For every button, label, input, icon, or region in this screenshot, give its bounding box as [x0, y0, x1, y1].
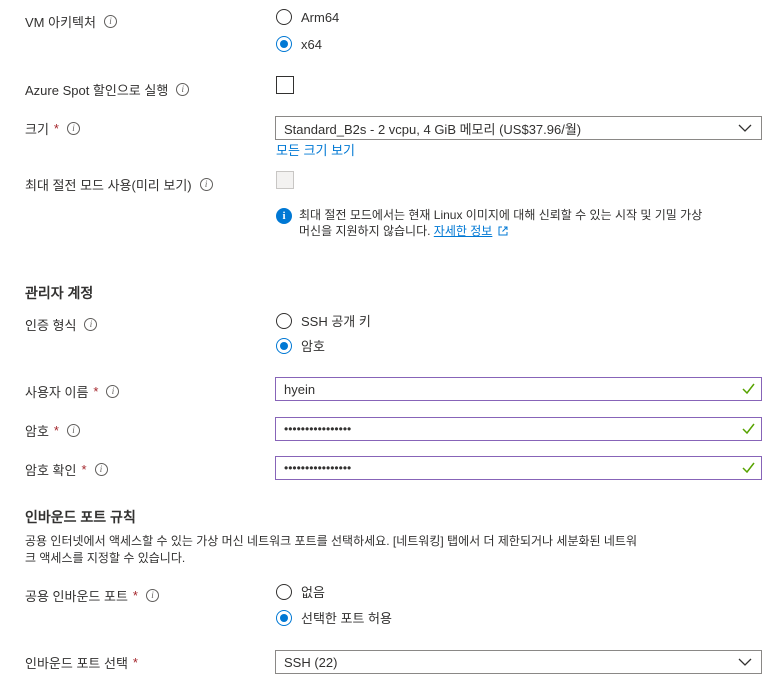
auth-type-label: 인증 형식 i	[25, 315, 98, 334]
hibernate-checkbox[interactable]	[276, 171, 294, 189]
radio-button[interactable]	[276, 9, 292, 25]
inbound-ports-select[interactable]: SSH (22)	[275, 650, 762, 674]
username-input[interactable]: hyein	[275, 377, 762, 401]
spot-checkbox[interactable]	[276, 76, 294, 94]
radio-ssh-key[interactable]: SSH 공개 키	[276, 311, 371, 330]
radio-button[interactable]	[276, 312, 292, 329]
confirm-password-input[interactable]: ••••••••••••••••	[275, 456, 762, 480]
info-icon[interactable]: i	[84, 318, 98, 331]
radio-button-selected[interactable]	[276, 337, 292, 354]
size-label: 크기 * i	[25, 119, 80, 138]
info-icon[interactable]: i	[103, 15, 117, 28]
radio-arm64[interactable]: Arm64	[276, 9, 339, 25]
info-icon[interactable]: i	[66, 122, 80, 135]
radio-button-selected[interactable]	[276, 609, 292, 626]
inbound-description: 공용 인터넷에서 액세스할 수 있는 가상 머신 네트워크 포트를 선택하세요.…	[25, 534, 638, 565]
username-label: 사용자 이름 * i	[25, 382, 120, 401]
public-inbound-ports-label: 공용 인바운드 포트 * i	[25, 586, 159, 605]
external-link-icon	[498, 226, 508, 236]
spot-label: Azure Spot 할인으로 실행 i	[25, 80, 190, 99]
select-inbound-ports-label: 인바운드 포트 선택 *	[25, 655, 138, 671]
inbound-rules-heading: 인바운드 포트 규칙	[25, 509, 136, 525]
checkmark-icon	[742, 423, 755, 435]
info-icon[interactable]: i	[145, 589, 159, 602]
radio-button[interactable]	[276, 583, 292, 600]
chevron-down-icon	[738, 124, 752, 132]
radio-password[interactable]: 암호	[276, 336, 325, 355]
vm-arch-label: VM 아키텍처 i	[25, 12, 117, 31]
radio-x64[interactable]: x64	[276, 36, 322, 52]
checkmark-icon	[742, 462, 755, 474]
admin-account-heading: 관리자 계정	[25, 285, 94, 301]
see-all-sizes-link[interactable]: 모든 크기 보기	[276, 140, 355, 159]
password-input[interactable]: ••••••••••••••••	[275, 417, 762, 441]
hibernate-label: 최대 절전 모드 사용(미리 보기) i	[25, 175, 213, 194]
chevron-down-icon	[738, 658, 752, 666]
password-label: 암호 * i	[25, 421, 80, 440]
radio-button-selected[interactable]	[276, 36, 292, 52]
info-icon[interactable]: i	[66, 424, 80, 437]
info-icon[interactable]: i	[199, 178, 213, 191]
checkmark-icon	[742, 383, 755, 395]
info-icon[interactable]: i	[106, 385, 120, 398]
confirm-password-label: 암호 확인 * i	[25, 460, 108, 479]
learn-more-link[interactable]: 자세한 정보	[434, 224, 493, 238]
info-filled-icon: i	[276, 208, 292, 224]
radio-allow-selected-ports[interactable]: 선택한 포트 허용	[276, 608, 392, 627]
info-icon[interactable]: i	[176, 83, 190, 96]
size-select[interactable]: Standard_B2s - 2 vcpu, 4 GiB 메모리 (US$37.…	[275, 116, 762, 140]
hibernate-info-message: i 최대 절전 모드에서는 현재 Linux 이미지에 대해 신뢰할 수 있는 …	[276, 207, 756, 239]
radio-none[interactable]: 없음	[276, 582, 325, 601]
info-icon[interactable]: i	[94, 463, 108, 476]
